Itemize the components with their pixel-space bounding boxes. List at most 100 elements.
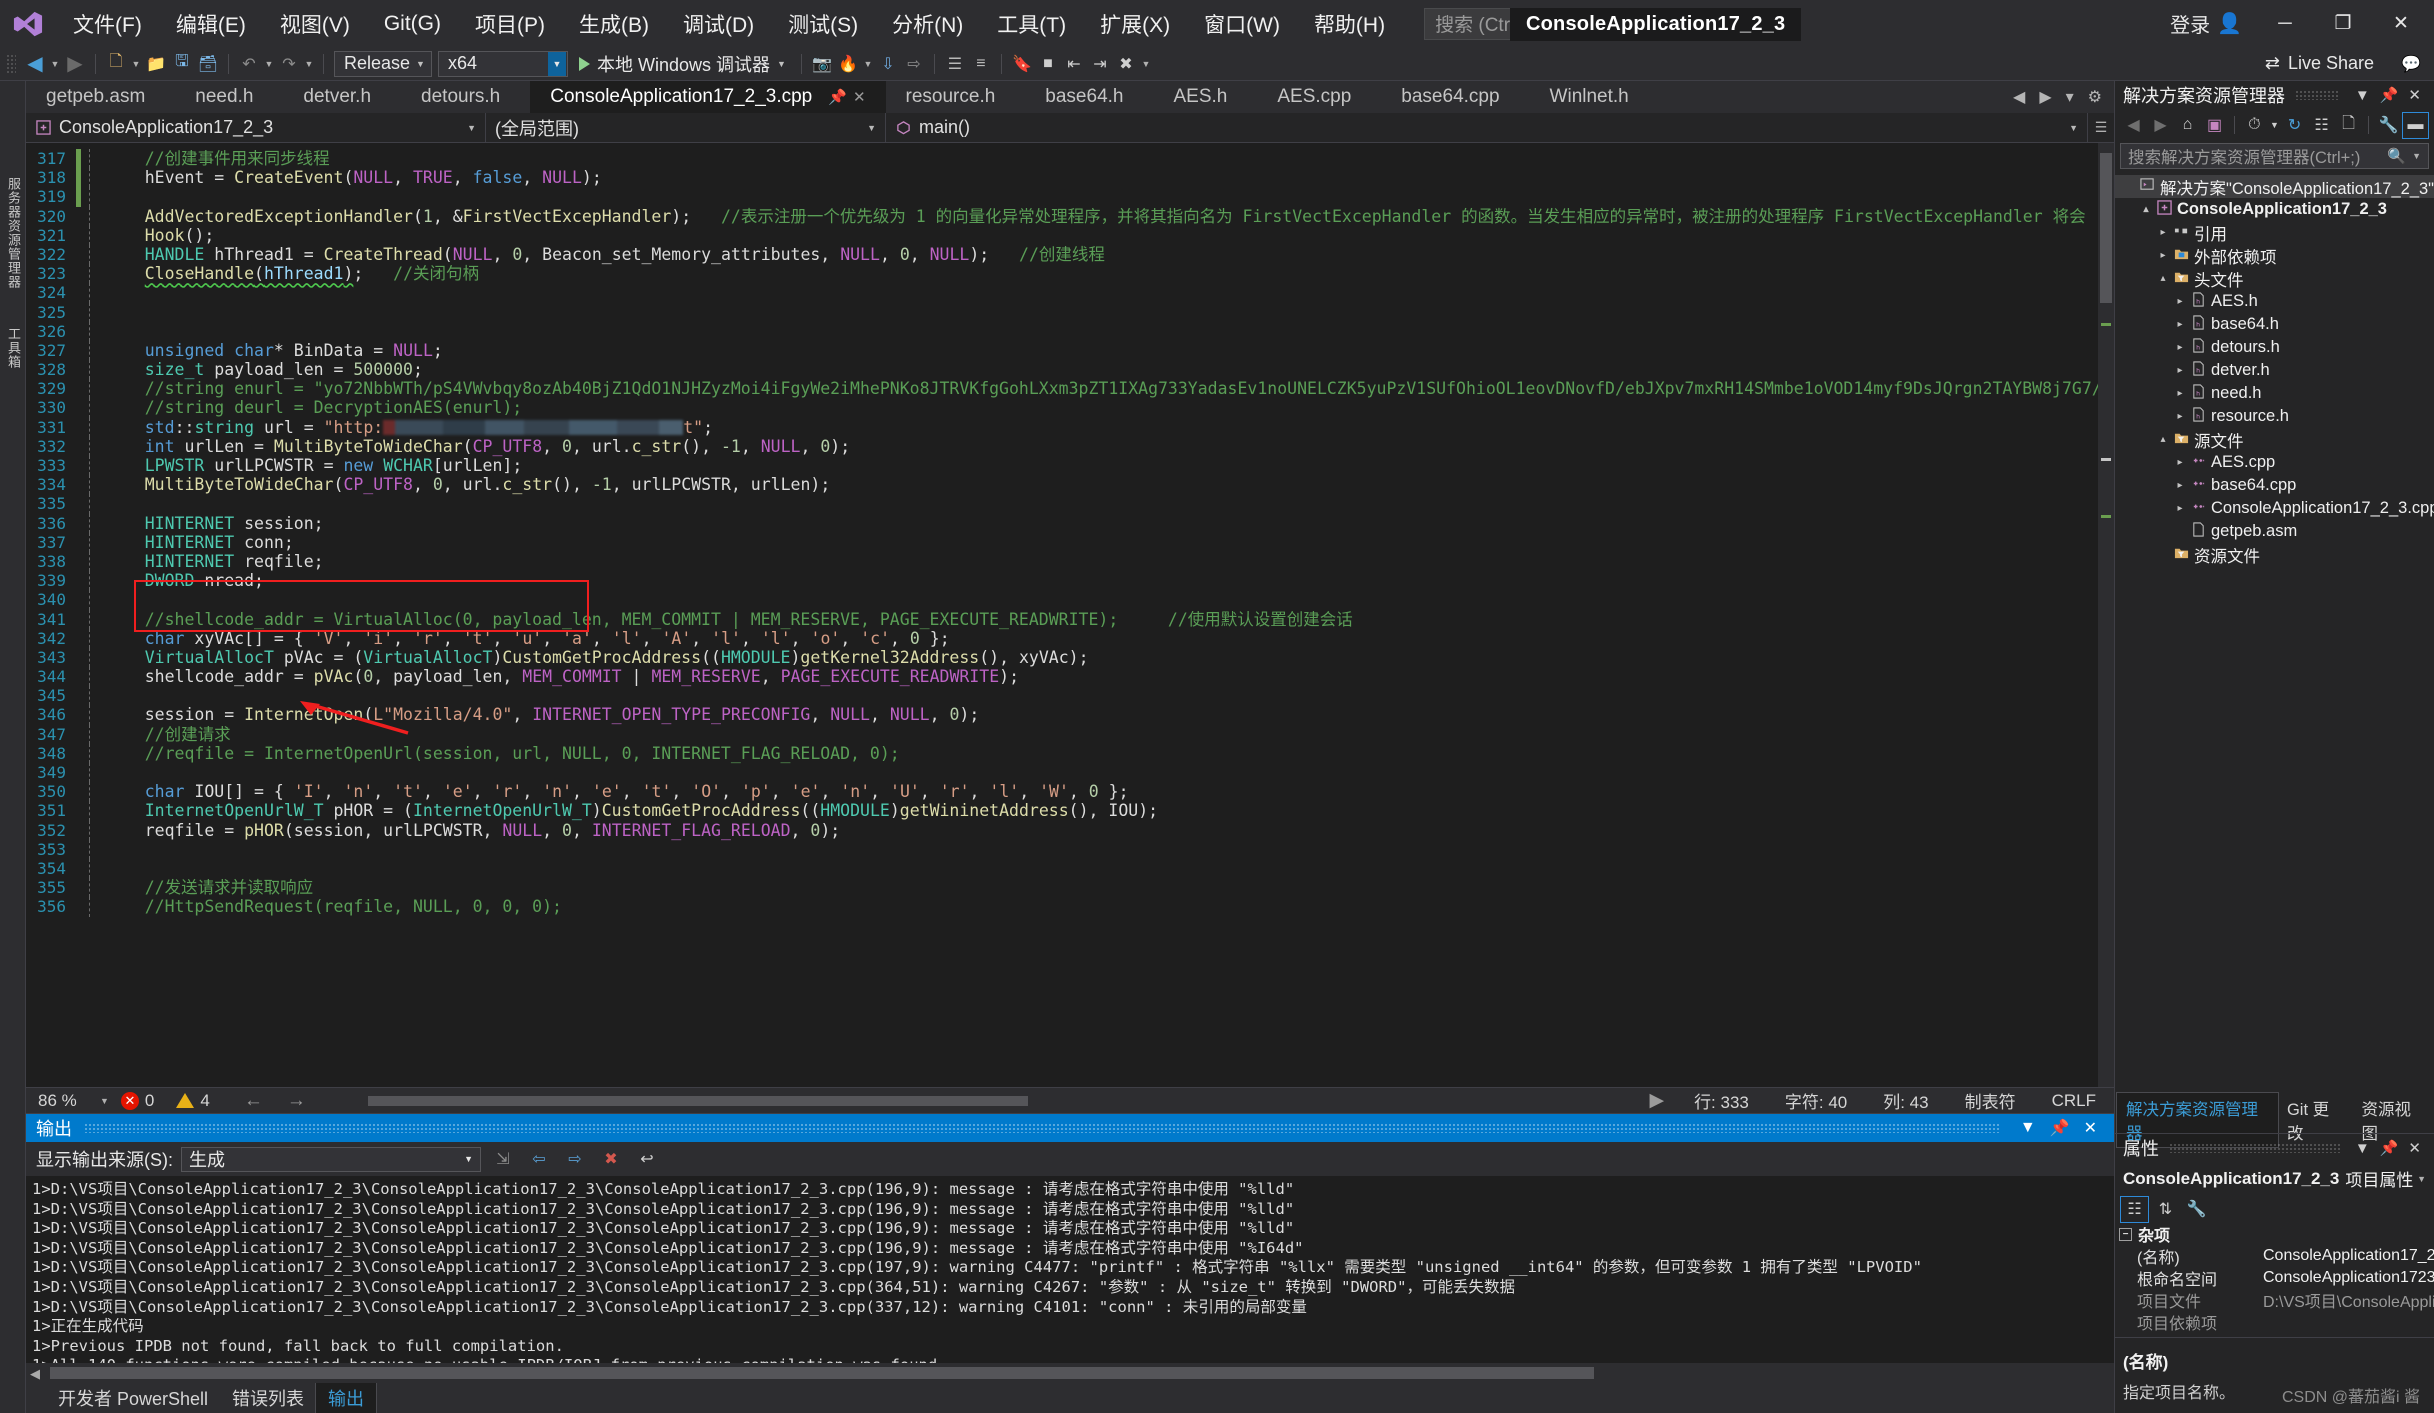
categorized-icon[interactable]: ☷ bbox=[2120, 1195, 2149, 1223]
fold-guide[interactable] bbox=[81, 321, 99, 342]
fold-guide[interactable] bbox=[81, 494, 99, 514]
code-line[interactable]: 339 DWORD nread; bbox=[26, 571, 2098, 591]
error-count-badge[interactable]: ✕ 0 bbox=[120, 1091, 154, 1111]
fold-guide[interactable] bbox=[81, 532, 99, 553]
step-into-icon[interactable]: ⇩ bbox=[875, 51, 901, 77]
code-line[interactable]: 334 MultiByteToWideChar(CP_UTF8, 0, url.… bbox=[26, 475, 2098, 495]
bottom-tab-error-list[interactable]: 错误列表 bbox=[220, 1382, 316, 1413]
find-next-icon[interactable]: ⇨ bbox=[561, 1146, 589, 1172]
tree-item[interactable]: ▴ 头文件 bbox=[2115, 267, 2434, 290]
fold-guide[interactable] bbox=[81, 839, 99, 860]
tab-need-h[interactable]: need.h bbox=[175, 81, 284, 113]
tree-item[interactable]: ▴ 源文件 bbox=[2115, 428, 2434, 451]
tab-aes-cpp[interactable]: AES.cpp bbox=[1257, 81, 1382, 113]
undo-icon[interactable]: ↶ bbox=[236, 51, 262, 77]
property-pages-icon[interactable]: 🔧 bbox=[2183, 1197, 2210, 1222]
panel-drag-handle[interactable] bbox=[2295, 90, 2340, 100]
expander-icon[interactable]: ▸ bbox=[2172, 480, 2188, 491]
increase-indent-icon[interactable]: ⇥ bbox=[1087, 51, 1113, 77]
bottom-tab-developer-powershell[interactable]: 开发者 PowerShell bbox=[46, 1382, 220, 1413]
navbar-split-icon[interactable]: ☰ bbox=[2088, 113, 2114, 142]
new-item-icon[interactable]: 🗋 bbox=[103, 51, 129, 77]
fold-guide[interactable] bbox=[81, 571, 99, 591]
editor-vertical-scrollbar[interactable] bbox=[2098, 143, 2114, 1087]
fold-guide[interactable] bbox=[81, 360, 99, 380]
code-line[interactable]: 328 size_t payload_len = 500000; bbox=[26, 360, 2098, 380]
code-editor[interactable]: 317 //创建事件用来同步线程 318 hEvent = CreateEvent… bbox=[26, 143, 2114, 1087]
menu-item-file[interactable]: 文件(F) bbox=[56, 3, 159, 45]
fold-guide[interactable] bbox=[81, 244, 99, 265]
code-line[interactable]: 323 CloseHandle(hThread1); //关闭句柄 bbox=[26, 264, 2098, 284]
forward-arrow-icon[interactable]: ▶ bbox=[2148, 113, 2173, 138]
hscroll-left-icon[interactable]: ◀ bbox=[30, 1366, 40, 1382]
output-source-dropdown[interactable]: 生成 ▼ bbox=[181, 1146, 481, 1172]
rail-toolbox-label[interactable]: 工具箱 bbox=[4, 327, 23, 369]
code-line[interactable]: 351 InternetOpenUrlW_T pHOR = (InternetO… bbox=[26, 801, 2098, 821]
fold-guide[interactable] bbox=[81, 436, 99, 457]
code-lines-container[interactable]: 317 //创建事件用来同步线程 318 hEvent = CreateEvent… bbox=[26, 143, 2098, 1087]
fold-guide[interactable] bbox=[81, 225, 99, 246]
solution-view-icon[interactable]: ▣ bbox=[2202, 113, 2227, 138]
project-scope-dropdown[interactable]: ConsoleApplication17_2_3 ▼ bbox=[26, 113, 486, 142]
show-all-files-icon[interactable]: 🗋 bbox=[2336, 113, 2361, 138]
tree-item[interactable]: ▸ base64.cpp bbox=[2115, 474, 2434, 497]
fold-guide[interactable] bbox=[81, 820, 99, 840]
fold-guide[interactable] bbox=[81, 456, 99, 476]
zoom-level[interactable]: 86 % bbox=[26, 1091, 100, 1111]
scrollbar-thumb[interactable] bbox=[367, 1095, 1028, 1106]
tree-item[interactable]: ▸ AES.cpp bbox=[2115, 451, 2434, 474]
fold-guide[interactable] bbox=[81, 340, 99, 361]
new-item-dropdown-icon[interactable]: ▼ bbox=[129, 59, 143, 69]
home-icon[interactable]: ⌂ bbox=[2175, 113, 2200, 138]
fold-guide[interactable] bbox=[81, 647, 99, 668]
save-icon[interactable]: 🖫 bbox=[169, 51, 195, 77]
fold-guide[interactable] bbox=[81, 686, 99, 706]
code-line[interactable]: 321 Hook(); bbox=[26, 225, 2098, 246]
restore-button[interactable]: ❐ bbox=[2314, 3, 2372, 45]
chevron-down-icon[interactable]: ▼ bbox=[2350, 87, 2375, 104]
property-row[interactable]: 项目文件 D:\VS项目\ConsoleApplication1 bbox=[2115, 1289, 2434, 1311]
jump-to-source-icon[interactable]: ⇲ bbox=[489, 1146, 517, 1172]
pin-icon[interactable]: 📌 bbox=[2375, 86, 2404, 104]
type-scope-dropdown[interactable]: (全局范围) ▼ bbox=[486, 113, 886, 142]
tree-item[interactable]: ▸ h base64.h bbox=[2115, 313, 2434, 336]
expander-icon[interactable]: ▸ bbox=[2172, 457, 2188, 468]
code-line[interactable]: 352 reqfile = pHOR(session, urlLPCWSTR, … bbox=[26, 820, 2098, 840]
redo-dropdown-icon[interactable]: ▼ bbox=[302, 59, 316, 69]
hot-reload-icon[interactable]: 🔥 bbox=[835, 51, 861, 77]
pin-icon[interactable]: 📌 bbox=[2375, 1139, 2404, 1157]
fold-guide[interactable] bbox=[81, 897, 99, 917]
tree-item[interactable]: getpeb.asm bbox=[2115, 520, 2434, 543]
back-dropdown-icon[interactable]: ▼ bbox=[48, 59, 62, 69]
tree-item[interactable]: ▸ 引用 bbox=[2115, 221, 2434, 244]
collapse-all-icon[interactable]: ☷ bbox=[2309, 113, 2334, 138]
fold-guide[interactable] bbox=[81, 705, 99, 725]
tab-base64-cpp[interactable]: base64.cpp bbox=[1381, 81, 1530, 113]
pin-icon[interactable]: 📌 bbox=[2043, 1118, 2077, 1138]
menu-item-tools[interactable]: 工具(T) bbox=[980, 3, 1083, 45]
code-line[interactable]: 322 HANDLE hThread1 = CreateThread(NULL,… bbox=[26, 244, 2098, 265]
fold-guide[interactable] bbox=[81, 264, 99, 284]
back-arrow-icon[interactable]: ◀ bbox=[2121, 113, 2146, 138]
tab-base64-h[interactable]: base64.h bbox=[1025, 81, 1154, 113]
properties-category[interactable]: − 杂项 bbox=[2115, 1223, 2434, 1245]
code-line[interactable]: 335 bbox=[26, 494, 2098, 514]
expander-icon[interactable]: ▴ bbox=[2155, 273, 2171, 284]
nav-back-icon[interactable]: ← bbox=[232, 1090, 275, 1112]
tree-item[interactable]: ▸ h detours.h bbox=[2115, 336, 2434, 359]
fold-guide[interactable] bbox=[81, 283, 99, 303]
property-value[interactable]: ConsoleApplication1723 bbox=[2255, 1269, 2434, 1287]
close-icon[interactable]: ✕ bbox=[2403, 1139, 2426, 1157]
code-line[interactable]: 319 bbox=[26, 187, 2098, 207]
fold-guide[interactable] bbox=[81, 551, 99, 572]
tab-detver-h[interactable]: detver.h bbox=[283, 81, 402, 113]
menu-item-test[interactable]: 测试(S) bbox=[771, 3, 875, 45]
pending-changes-icon[interactable]: ⏱ bbox=[2242, 113, 2267, 138]
bookmark-icon[interactable]: 🔖 bbox=[1009, 51, 1035, 77]
fold-guide[interactable] bbox=[81, 801, 99, 821]
screenshot-icon[interactable]: 📷 bbox=[809, 51, 835, 77]
close-icon[interactable]: ✕ bbox=[2077, 1118, 2104, 1138]
expander-icon[interactable]: ▴ bbox=[2155, 434, 2171, 445]
save-all-icon[interactable]: 🗃 bbox=[195, 51, 221, 77]
close-button[interactable]: ✕ bbox=[2372, 3, 2430, 45]
